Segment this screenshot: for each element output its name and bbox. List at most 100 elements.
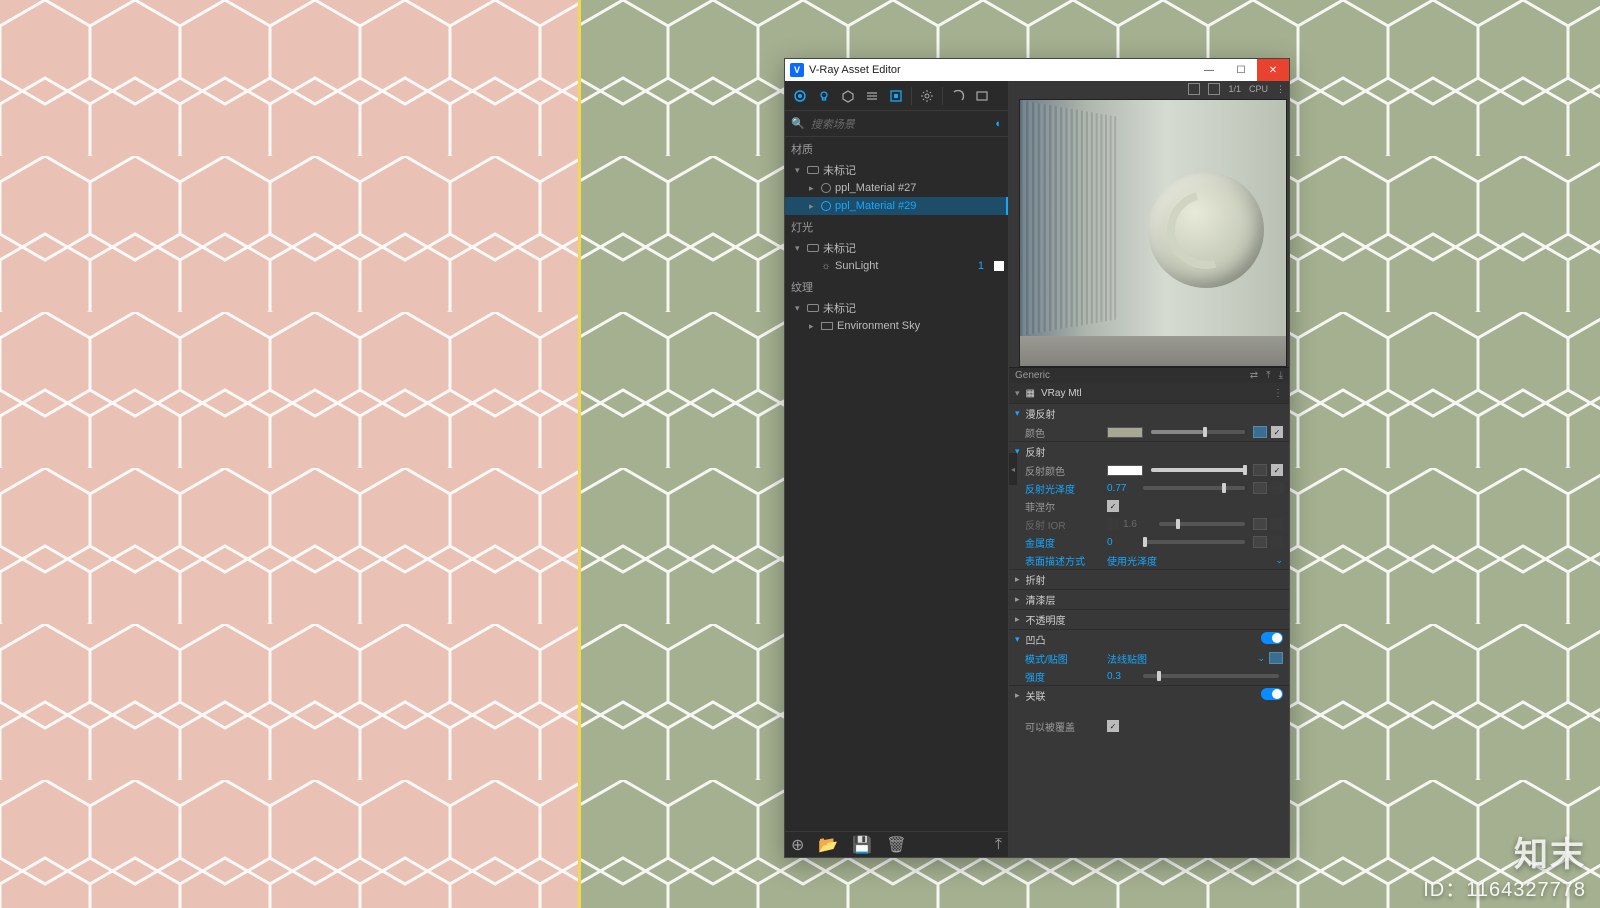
texture-button[interactable]: [1269, 652, 1283, 664]
toggle-on[interactable]: [1261, 688, 1283, 700]
bump-section-header[interactable]: ▾ 凹凸: [1009, 629, 1289, 649]
maximize-button[interactable]: ☐: [1225, 59, 1257, 81]
material-row-1[interactable]: ▸ ppl_Material #27: [785, 179, 1008, 197]
diffuse-section-header[interactable]: ▾ 漫反射: [1009, 403, 1289, 423]
checkbox-on[interactable]: ✓: [1107, 720, 1119, 732]
slider[interactable]: [1143, 486, 1245, 490]
chevron-down-icon[interactable]: ⌄: [1275, 555, 1283, 566]
texture-button[interactable]: [1253, 426, 1267, 438]
slider[interactable]: [1143, 674, 1279, 678]
search-input[interactable]: 搜索场景: [811, 116, 990, 132]
dropdown-value[interactable]: 使用光泽度: [1107, 553, 1271, 568]
light-enable-swatch[interactable]: [994, 261, 1004, 271]
checkbox-on[interactable]: ✓: [1107, 500, 1119, 512]
prop-label: 金属度: [1025, 535, 1103, 550]
lights-tab-icon[interactable]: [813, 85, 835, 107]
lights-group-row[interactable]: ▾ 未标记: [785, 239, 1008, 257]
lock-icon[interactable]: [1107, 518, 1119, 530]
chevron-down-icon[interactable]: ⌄: [1257, 653, 1265, 664]
slider[interactable]: [1151, 430, 1245, 434]
sun-icon: ☼: [821, 261, 831, 271]
texture-button[interactable]: [1253, 464, 1267, 476]
refraction-section-header[interactable]: ▸ 折射: [1009, 569, 1289, 589]
slider[interactable]: [1159, 522, 1245, 526]
material-name: VRay Mtl: [1041, 388, 1082, 399]
folder-open-icon[interactable]: 📂: [818, 835, 838, 855]
search-clear-icon[interactable]: ◐: [995, 118, 1002, 130]
titlebar[interactable]: V V-Ray Asset Editor — ☐ ✕: [785, 59, 1289, 81]
minimize-button[interactable]: —: [1193, 59, 1225, 81]
slider[interactable]: [1151, 468, 1245, 472]
prop-label: 可以被覆盖: [1025, 719, 1103, 734]
layer-add-icon[interactable]: ⤒: [1266, 370, 1270, 381]
prop-label: 颜色: [1025, 425, 1103, 440]
slider[interactable]: [1143, 540, 1245, 544]
value[interactable]: 0.77: [1107, 483, 1135, 494]
materials-tab-icon[interactable]: [789, 85, 811, 107]
layer-up-icon[interactable]: ⇄: [1250, 370, 1258, 381]
sunlight-row[interactable]: ☼ SunLight 1: [785, 257, 1008, 275]
fresnel-row: 菲涅尔 ✓: [1009, 497, 1289, 515]
checkbox-on[interactable]: ✓: [1271, 464, 1283, 476]
toggle-on[interactable]: [1261, 632, 1283, 644]
frame-buffer-icon[interactable]: [971, 85, 993, 107]
group-label: 未标记: [823, 162, 1008, 178]
material-row-2-selected[interactable]: ▸ ppl_Material #29: [785, 197, 1008, 215]
checkbox-off[interactable]: ✓: [1271, 536, 1283, 548]
color-swatch[interactable]: [1107, 427, 1143, 438]
chevron-right-icon: ▸: [1015, 614, 1020, 625]
checkbox-off[interactable]: ✓: [1271, 482, 1283, 494]
render-elements-tab-icon[interactable]: [885, 85, 907, 107]
env-sky-row[interactable]: ▸ Environment Sky: [785, 317, 1008, 335]
checkbox-on[interactable]: ✓: [1271, 426, 1283, 438]
binding-section-header[interactable]: ▸ 关联: [1009, 685, 1289, 705]
coat-section-header[interactable]: ▸ 清漆层: [1009, 589, 1289, 609]
texture-button[interactable]: [1253, 518, 1267, 530]
bump-strength-row: 强度 0.3: [1009, 667, 1289, 685]
geometry-tab-icon[interactable]: [837, 85, 859, 107]
textures-tab-icon[interactable]: [861, 85, 883, 107]
value[interactable]: 1.6: [1123, 519, 1151, 530]
close-button[interactable]: ✕: [1257, 59, 1289, 81]
dropdown-value[interactable]: 法线贴图: [1107, 651, 1253, 666]
section-label: 关联: [1026, 688, 1046, 703]
category-toolbar: [785, 81, 1008, 111]
preview-reset-icon[interactable]: [1208, 83, 1220, 95]
surface-desc-row: 表面描述方式 使用光泽度 ⌄: [1009, 551, 1289, 569]
chevron-down-icon: ▾: [795, 243, 803, 254]
value[interactable]: 0: [1107, 537, 1135, 548]
value[interactable]: 0.3: [1107, 671, 1135, 682]
chevron-right-icon: ▸: [1015, 574, 1020, 585]
color-swatch[interactable]: [1107, 465, 1143, 476]
texture-button[interactable]: [1253, 482, 1267, 494]
reflection-section-header[interactable]: ▾ 反射: [1009, 441, 1289, 461]
materials-group-row[interactable]: ▾ 未标记: [785, 161, 1008, 179]
search-row[interactable]: 🔍 搜索场景 ◐: [785, 111, 1008, 137]
material-preview[interactable]: [1019, 99, 1287, 367]
watermark-logo: 知末: [1514, 827, 1586, 876]
checkbox-off[interactable]: ✓: [1271, 518, 1283, 530]
textures-header: 纹理: [785, 275, 1008, 299]
preview-menu-icon[interactable]: ⋮: [1276, 84, 1285, 95]
texture-button[interactable]: [1253, 536, 1267, 548]
preview-mode[interactable]: CPU: [1249, 84, 1268, 94]
material-menu-icon[interactable]: ⋮: [1273, 388, 1283, 399]
material-name-row[interactable]: ▾ ▦ VRay Mtl ⋮: [1009, 383, 1289, 403]
textures-group-row[interactable]: ▾ 未标记: [785, 299, 1008, 317]
render-icon[interactable]: [947, 85, 969, 107]
import-icon[interactable]: ⤒: [995, 836, 1002, 854]
save-icon[interactable]: 💾: [852, 835, 872, 855]
layer-save-icon[interactable]: ⤓: [1279, 370, 1283, 381]
settings-icon[interactable]: [916, 85, 938, 107]
group-label: 未标记: [823, 240, 1008, 256]
properties-panel: ◂ 1/1 CPU ⋮ Generic ⇄ ⤒ ⤓: [1009, 81, 1289, 857]
diffuse-color-row: 颜色 ✓: [1009, 423, 1289, 441]
material-properties: ▾ 漫反射 颜色 ✓ ▾ 反射 反射颜色: [1009, 403, 1289, 857]
light-label: SunLight: [835, 260, 974, 272]
collapse-handle[interactable]: ◂: [1009, 453, 1017, 485]
delete-icon[interactable]: 🗑: [886, 835, 906, 855]
prop-label: 反射光泽度: [1025, 481, 1103, 496]
opacity-section-header[interactable]: ▸ 不透明度: [1009, 609, 1289, 629]
preview-pause-icon[interactable]: [1188, 83, 1200, 95]
add-icon[interactable]: ⊕: [791, 835, 804, 855]
